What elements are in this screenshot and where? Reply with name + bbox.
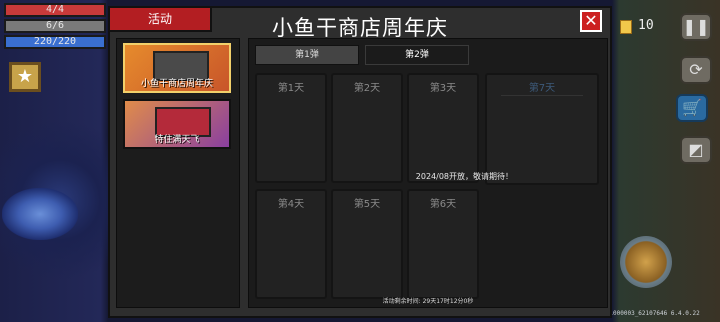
event-label: 特住满天飞 xyxy=(154,135,200,145)
subtab-phase-2[interactable]: 第2弹 xyxy=(365,45,469,65)
day-card[interactable]: 第4天 xyxy=(255,189,327,299)
day-label: 第5天 xyxy=(353,199,381,210)
energy-value: 220/220 xyxy=(33,36,77,47)
day-label: 第7天 xyxy=(528,83,556,94)
event-list: 小鱼干商店周年庆 特住满天飞 xyxy=(116,38,240,308)
hp-bar: 4/4 xyxy=(4,3,106,17)
day-card-final[interactable]: 第7天 xyxy=(485,73,599,185)
day-label: 第6天 xyxy=(429,199,457,210)
remaining-time: 活动剩余时间: 29天17时12分0秒 xyxy=(382,298,474,305)
event-item-anniversary[interactable]: 小鱼干商店周年庆 xyxy=(123,43,231,93)
weapon-swap-icon[interactable]: ⟳ xyxy=(680,56,712,84)
event-item-delivery[interactable]: 特住满天飞 xyxy=(123,99,231,149)
portal-icon xyxy=(2,188,78,240)
event-label: 小鱼干商店周年庆 xyxy=(140,79,213,89)
armor-bar: 6/6 xyxy=(4,19,106,33)
day-label: 第1天 xyxy=(277,83,305,94)
subtab-phase-1[interactable]: 第1弹 xyxy=(255,45,359,65)
day-card[interactable]: 第5天 xyxy=(331,189,403,299)
energy-bar: 220/220 xyxy=(4,35,106,49)
skill-button[interactable] xyxy=(620,236,672,288)
close-button[interactable]: ✕ xyxy=(580,10,602,32)
shopping-cart-icon[interactable]: 🛒 xyxy=(676,94,708,122)
star-icon[interactable]: ★ xyxy=(9,62,41,92)
armor-value: 6/6 xyxy=(45,20,65,31)
bag-icon[interactable]: ◩ xyxy=(680,136,712,164)
day-label: 第3天 xyxy=(429,83,457,94)
day-card[interactable]: 第1天 xyxy=(255,73,327,183)
coin-count: 10 xyxy=(638,18,654,33)
day-label: 第4天 xyxy=(277,199,305,210)
pause-button[interactable]: ❚❚ xyxy=(680,13,712,41)
coin-icon xyxy=(620,20,632,34)
day-card[interactable]: 第3天 xyxy=(407,73,479,183)
event-dialog: 活动 小鱼干商店周年庆 ✕ 小鱼干商店周年庆 特住满天飞 第1弹 第2弹 第1天… xyxy=(108,6,612,318)
day-label: 第2天 xyxy=(353,83,381,94)
event-detail: 第1弹 第2弹 第1天 第2天 第3天 第7天 第4天 第5天 第6天 2024… xyxy=(248,38,608,308)
coming-soon-notice: 2024/08开放，敬请期待！ xyxy=(415,172,513,181)
hp-value: 4/4 xyxy=(45,4,65,15)
day-card[interactable]: 第2天 xyxy=(331,73,403,183)
day-card[interactable]: 第6天 xyxy=(407,189,479,299)
